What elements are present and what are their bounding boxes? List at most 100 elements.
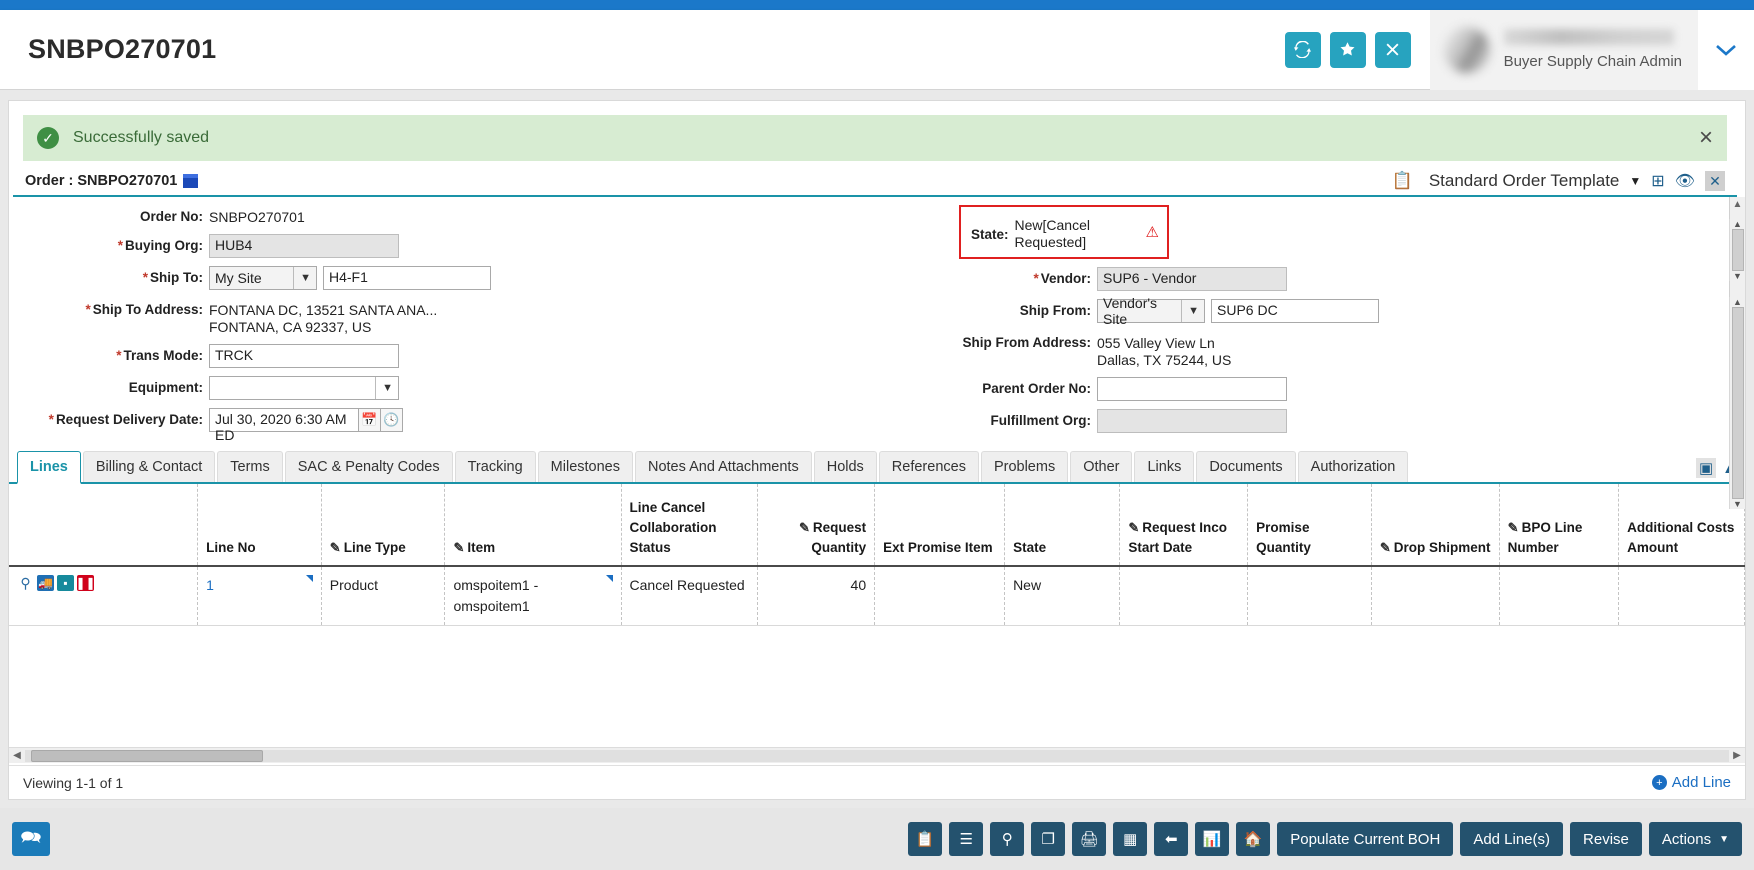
notes-button[interactable]: ☰ [949, 822, 983, 856]
address-line-2: Dallas, TX 75244, US [1097, 352, 1231, 369]
tab-documents[interactable]: Documents [1196, 451, 1295, 482]
scroll-thumb[interactable] [1732, 229, 1744, 271]
scroll-down-arrow[interactable]: ▼ [1733, 271, 1742, 281]
truck-icon[interactable]: 🚚 [37, 575, 54, 591]
box-icon[interactable]: ▪ [57, 575, 74, 591]
tab-problems[interactable]: Problems [981, 451, 1068, 482]
user-menu-button[interactable] [1698, 10, 1754, 90]
hold-icon[interactable]: ❚❚ [77, 575, 94, 591]
tab-terms[interactable]: Terms [217, 451, 282, 482]
tab-billing-contact[interactable]: Billing & Contact [83, 451, 215, 482]
favorite-button[interactable] [1330, 32, 1366, 68]
cell-line-no[interactable]: 1 [198, 566, 322, 626]
camera-icon[interactable]: ▣ [1696, 458, 1716, 478]
scroll-up-arrow[interactable]: ▲ [1733, 297, 1742, 307]
ship-from-input[interactable]: SUP6 DC [1211, 299, 1379, 323]
report-button[interactable]: 📊 [1195, 822, 1229, 856]
add-lines-button[interactable]: Add Line(s) [1460, 822, 1563, 856]
col-additional-costs-amount[interactable]: Additional Costs Amount [1619, 484, 1745, 566]
grid-horizontal-scrollbar[interactable]: ◀ ▶ [9, 747, 1745, 763]
scroll-thumb[interactable] [1732, 307, 1744, 499]
print-button[interactable]: 🖨 [1072, 822, 1106, 856]
tab-lines[interactable]: Lines [17, 451, 81, 484]
col-line-cancel-collaboration-status[interactable]: Line Cancel Collaboration Status [621, 484, 757, 566]
col-drop-shipment[interactable]: ✎Drop Shipment [1371, 484, 1499, 566]
scroll-up-arrow[interactable]: ▲ [1733, 199, 1743, 210]
cell-state[interactable]: New [1005, 566, 1120, 626]
scroll-down-arrow[interactable]: ▼ [1733, 499, 1742, 509]
eye-icon[interactable]: 👁 [1675, 171, 1695, 191]
close-button[interactable] [1375, 32, 1411, 68]
ship-to-input[interactable]: H4-F1 [323, 266, 491, 290]
tab-milestones[interactable]: Milestones [538, 451, 633, 482]
col-promise-quantity[interactable]: Promise Quantity [1248, 484, 1372, 566]
copy-button[interactable]: 📋 [908, 822, 942, 856]
ship-from-type-select[interactable]: Vendor's Site ▼ [1097, 299, 1205, 323]
line-no-link[interactable]: 1 [206, 577, 214, 593]
revise-button[interactable]: Revise [1570, 822, 1642, 856]
equipment-select[interactable]: ▼ [209, 376, 399, 400]
cell-request-inco-start-date[interactable] [1120, 566, 1248, 626]
col-line-type[interactable]: ✎Line Type [321, 484, 445, 566]
chat-button[interactable]: 🗪 [12, 822, 50, 856]
calendar-icon[interactable]: 📅 [359, 408, 381, 432]
banner-close-button[interactable]: × [1699, 126, 1713, 150]
refresh-button[interactable] [1285, 32, 1321, 68]
cell-promise-quantity[interactable] [1248, 566, 1372, 626]
location-icon[interactable]: ⚲ [17, 575, 34, 591]
ship-to-type-select[interactable]: My Site ▼ [209, 266, 317, 290]
cell-item[interactable]: omspoitem1 - omspoitem1 [445, 566, 621, 626]
col-request-quantity[interactable]: ✎Request Quantity [757, 484, 874, 566]
fulfillment-org-input[interactable] [1097, 409, 1287, 433]
cell-additional-costs-amount[interactable] [1619, 566, 1745, 626]
tab-tracking[interactable]: Tracking [455, 451, 536, 482]
trans-mode-input[interactable]: TRCK [209, 344, 399, 368]
order-type-icon [183, 174, 198, 188]
back-button[interactable]: ⬅ [1154, 822, 1188, 856]
home-button[interactable]: 🏠 [1236, 822, 1270, 856]
tab-notes-and-attachments[interactable]: Notes And Attachments [635, 451, 812, 482]
user-chip[interactable]: Buyer Supply Chain Admin [1430, 10, 1698, 90]
tab-references[interactable]: References [879, 451, 979, 482]
tab-holds[interactable]: Holds [814, 451, 877, 482]
close-icon[interactable]: ✕ [1705, 171, 1725, 191]
scroll-left-arrow[interactable]: ◀ [9, 750, 25, 761]
cell-line-type[interactable]: Product [321, 566, 445, 626]
col-state[interactable]: State [1005, 484, 1120, 566]
tab-authorization[interactable]: Authorization [1298, 451, 1409, 482]
clock-icon[interactable]: 🕓 [381, 408, 403, 432]
scroll-thumb[interactable] [31, 750, 263, 762]
table-row[interactable]: ⚲ 🚚 ▪ ❚❚ 1 Product omspoitem1 - omspoite… [9, 566, 1745, 626]
spreadsheet-button[interactable]: ▦ [1113, 822, 1147, 856]
parent-order-no-input[interactable] [1097, 377, 1287, 401]
col-item[interactable]: ✎Item [445, 484, 621, 566]
buying-org-input[interactable]: HUB4 [209, 234, 399, 258]
form-scrollbar[interactable]: ▲ ▼ [1729, 297, 1745, 509]
scroll-right-arrow[interactable]: ▶ [1729, 750, 1745, 761]
cell-ext-promise-item[interactable] [875, 566, 1005, 626]
col-line-no[interactable]: Line No [198, 484, 322, 566]
actions-button[interactable]: Actions ▼ [1649, 822, 1742, 856]
col-ext-promise-item[interactable]: Ext Promise Item [875, 484, 1005, 566]
tab-links[interactable]: Links [1134, 451, 1194, 482]
duplicate-button[interactable]: ❐ [1031, 822, 1065, 856]
request-delivery-date-input[interactable]: Jul 30, 2020 6:30 AM ED [209, 408, 359, 432]
tab-other[interactable]: Other [1070, 451, 1132, 482]
cell-bpo-line-number[interactable] [1499, 566, 1618, 626]
banner-scrollbar[interactable]: ▲ ▼ [1729, 219, 1745, 281]
tab-sac-penalty-codes[interactable]: SAC & Penalty Codes [285, 451, 453, 482]
cell-cancel-status[interactable]: Cancel Requested [621, 566, 757, 626]
scroll-up-arrow[interactable]: ▲ [1733, 219, 1742, 229]
col-bpo-line-number[interactable]: ✎BPO Line Number [1499, 484, 1618, 566]
track-button[interactable]: ⚲ [990, 822, 1024, 856]
add-line-link[interactable]: + Add Line [1652, 774, 1731, 791]
cell-drop-shipment[interactable] [1371, 566, 1499, 626]
populate-current-boh-button[interactable]: Populate Current BOH [1277, 822, 1453, 856]
scroll-track[interactable] [25, 750, 1729, 762]
cell-request-quantity[interactable]: 40 [757, 566, 874, 626]
template-name[interactable]: Standard Order Template [1429, 171, 1620, 191]
hierarchy-icon[interactable]: ⊞ [1651, 171, 1664, 191]
col-request-inco-start-date[interactable]: ✎Request Inco Start Date [1120, 484, 1248, 566]
vendor-input[interactable]: SUP6 - Vendor [1097, 267, 1287, 291]
chevron-down-icon[interactable]: ▼ [1629, 174, 1641, 188]
